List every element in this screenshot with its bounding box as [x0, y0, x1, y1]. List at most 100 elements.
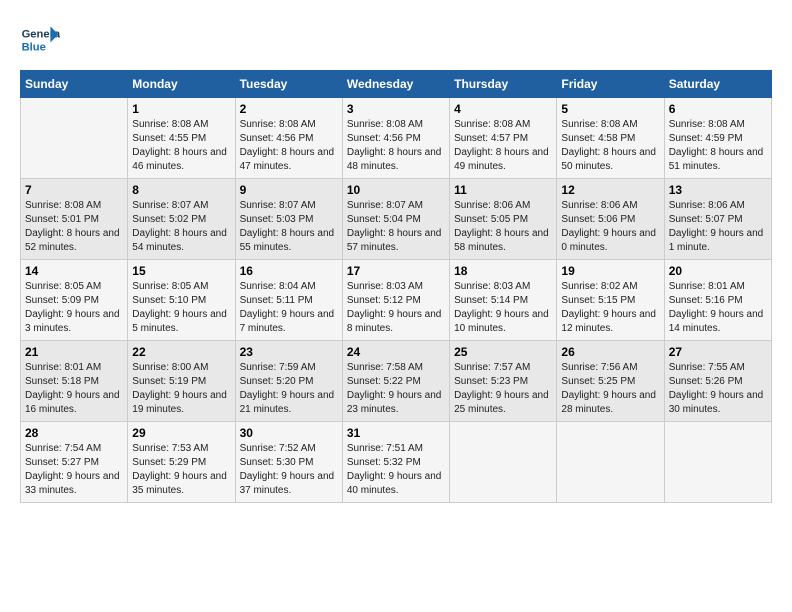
sunset: Sunset: 5:25 PM — [561, 376, 635, 387]
sunset: Sunset: 5:09 PM — [25, 295, 99, 306]
day-info: Sunrise: 8:08 AM Sunset: 4:55 PM Dayligh… — [132, 118, 230, 174]
day-number: 22 — [132, 345, 230, 359]
day-info: Sunrise: 7:51 AM Sunset: 5:32 PM Dayligh… — [347, 442, 445, 498]
calendar-cell: 20 Sunrise: 8:01 AM Sunset: 5:16 PM Dayl… — [664, 260, 771, 341]
day-info: Sunrise: 7:53 AM Sunset: 5:29 PM Dayligh… — [132, 442, 230, 498]
daylight: Daylight: 8 hours and 51 minutes. — [669, 147, 764, 172]
daylight: Daylight: 9 hours and 21 minutes. — [240, 390, 335, 415]
daylight: Daylight: 8 hours and 47 minutes. — [240, 147, 335, 172]
day-number: 20 — [669, 264, 767, 278]
day-info: Sunrise: 7:52 AM Sunset: 5:30 PM Dayligh… — [240, 442, 338, 498]
daylight: Daylight: 9 hours and 37 minutes. — [240, 471, 335, 496]
sunset: Sunset: 5:11 PM — [240, 295, 313, 306]
day-number: 10 — [347, 183, 445, 197]
calendar-cell — [21, 98, 128, 179]
day-number: 7 — [25, 183, 123, 197]
calendar-cell: 22 Sunrise: 8:00 AM Sunset: 5:19 PM Dayl… — [128, 341, 235, 422]
day-number: 1 — [132, 102, 230, 116]
week-row-3: 14 Sunrise: 8:05 AM Sunset: 5:09 PM Dayl… — [21, 260, 772, 341]
calendar-cell: 28 Sunrise: 7:54 AM Sunset: 5:27 PM Dayl… — [21, 422, 128, 503]
daylight: Daylight: 8 hours and 55 minutes. — [240, 228, 335, 253]
daylight: Daylight: 9 hours and 5 minutes. — [132, 309, 227, 334]
header-tuesday: Tuesday — [235, 71, 342, 98]
sunrise: Sunrise: 7:54 AM — [25, 443, 101, 454]
week-row-2: 7 Sunrise: 8:08 AM Sunset: 5:01 PM Dayli… — [21, 179, 772, 260]
sunset: Sunset: 5:10 PM — [132, 295, 206, 306]
calendar-cell: 14 Sunrise: 8:05 AM Sunset: 5:09 PM Dayl… — [21, 260, 128, 341]
day-info: Sunrise: 7:56 AM Sunset: 5:25 PM Dayligh… — [561, 361, 659, 417]
day-info: Sunrise: 8:08 AM Sunset: 5:01 PM Dayligh… — [25, 199, 123, 255]
sunrise: Sunrise: 8:08 AM — [347, 119, 423, 130]
calendar-cell: 24 Sunrise: 7:58 AM Sunset: 5:22 PM Dayl… — [342, 341, 449, 422]
logo: General Blue — [20, 20, 64, 60]
day-number: 19 — [561, 264, 659, 278]
sunrise: Sunrise: 8:07 AM — [132, 200, 208, 211]
week-row-5: 28 Sunrise: 7:54 AM Sunset: 5:27 PM Dayl… — [21, 422, 772, 503]
day-number: 25 — [454, 345, 552, 359]
day-number: 11 — [454, 183, 552, 197]
calendar-header: SundayMondayTuesdayWednesdayThursdayFrid… — [21, 71, 772, 98]
sunset: Sunset: 5:05 PM — [454, 214, 528, 225]
daylight: Daylight: 8 hours and 57 minutes. — [347, 228, 442, 253]
calendar-cell: 10 Sunrise: 8:07 AM Sunset: 5:04 PM Dayl… — [342, 179, 449, 260]
day-number: 17 — [347, 264, 445, 278]
calendar-cell: 7 Sunrise: 8:08 AM Sunset: 5:01 PM Dayli… — [21, 179, 128, 260]
sunset: Sunset: 5:23 PM — [454, 376, 528, 387]
daylight: Daylight: 9 hours and 35 minutes. — [132, 471, 227, 496]
calendar-cell: 25 Sunrise: 7:57 AM Sunset: 5:23 PM Dayl… — [450, 341, 557, 422]
header-saturday: Saturday — [664, 71, 771, 98]
daylight: Daylight: 9 hours and 16 minutes. — [25, 390, 120, 415]
week-row-1: 1 Sunrise: 8:08 AM Sunset: 4:55 PM Dayli… — [21, 98, 772, 179]
header-row: SundayMondayTuesdayWednesdayThursdayFrid… — [21, 71, 772, 98]
calendar-cell: 21 Sunrise: 8:01 AM Sunset: 5:18 PM Dayl… — [21, 341, 128, 422]
sunrise: Sunrise: 8:06 AM — [561, 200, 637, 211]
day-info: Sunrise: 8:03 AM Sunset: 5:12 PM Dayligh… — [347, 280, 445, 336]
daylight: Daylight: 8 hours and 52 minutes. — [25, 228, 120, 253]
daylight: Daylight: 8 hours and 49 minutes. — [454, 147, 549, 172]
header-thursday: Thursday — [450, 71, 557, 98]
sunrise: Sunrise: 8:03 AM — [454, 281, 530, 292]
calendar-cell: 12 Sunrise: 8:06 AM Sunset: 5:06 PM Dayl… — [557, 179, 664, 260]
header-monday: Monday — [128, 71, 235, 98]
calendar-cell: 6 Sunrise: 8:08 AM Sunset: 4:59 PM Dayli… — [664, 98, 771, 179]
daylight: Daylight: 9 hours and 23 minutes. — [347, 390, 442, 415]
daylight: Daylight: 8 hours and 54 minutes. — [132, 228, 227, 253]
sunset: Sunset: 5:16 PM — [669, 295, 743, 306]
sunset: Sunset: 5:07 PM — [669, 214, 743, 225]
calendar-cell: 27 Sunrise: 7:55 AM Sunset: 5:26 PM Dayl… — [664, 341, 771, 422]
daylight: Daylight: 9 hours and 40 minutes. — [347, 471, 442, 496]
day-info: Sunrise: 8:08 AM Sunset: 4:56 PM Dayligh… — [347, 118, 445, 174]
calendar-cell: 26 Sunrise: 7:56 AM Sunset: 5:25 PM Dayl… — [557, 341, 664, 422]
day-number: 30 — [240, 426, 338, 440]
sunrise: Sunrise: 7:57 AM — [454, 362, 530, 373]
sunset: Sunset: 5:30 PM — [240, 457, 314, 468]
sunrise: Sunrise: 7:51 AM — [347, 443, 423, 454]
day-info: Sunrise: 8:08 AM Sunset: 4:56 PM Dayligh… — [240, 118, 338, 174]
header: General Blue — [20, 20, 772, 60]
calendar-cell: 3 Sunrise: 8:08 AM Sunset: 4:56 PM Dayli… — [342, 98, 449, 179]
daylight: Daylight: 9 hours and 12 minutes. — [561, 309, 656, 334]
day-number: 3 — [347, 102, 445, 116]
sunset: Sunset: 5:18 PM — [25, 376, 99, 387]
sunset: Sunset: 5:03 PM — [240, 214, 314, 225]
sunrise: Sunrise: 7:55 AM — [669, 362, 745, 373]
day-number: 8 — [132, 183, 230, 197]
day-info: Sunrise: 8:01 AM Sunset: 5:16 PM Dayligh… — [669, 280, 767, 336]
day-number: 16 — [240, 264, 338, 278]
day-info: Sunrise: 8:08 AM Sunset: 4:58 PM Dayligh… — [561, 118, 659, 174]
day-number: 12 — [561, 183, 659, 197]
calendar-cell: 5 Sunrise: 8:08 AM Sunset: 4:58 PM Dayli… — [557, 98, 664, 179]
sunset: Sunset: 4:58 PM — [561, 133, 635, 144]
day-info: Sunrise: 8:06 AM Sunset: 5:06 PM Dayligh… — [561, 199, 659, 255]
calendar-cell: 1 Sunrise: 8:08 AM Sunset: 4:55 PM Dayli… — [128, 98, 235, 179]
sunset: Sunset: 5:29 PM — [132, 457, 206, 468]
calendar-cell: 16 Sunrise: 8:04 AM Sunset: 5:11 PM Dayl… — [235, 260, 342, 341]
week-row-4: 21 Sunrise: 8:01 AM Sunset: 5:18 PM Dayl… — [21, 341, 772, 422]
sunset: Sunset: 5:26 PM — [669, 376, 743, 387]
day-number: 24 — [347, 345, 445, 359]
day-info: Sunrise: 8:02 AM Sunset: 5:15 PM Dayligh… — [561, 280, 659, 336]
sunset: Sunset: 4:57 PM — [454, 133, 528, 144]
day-info: Sunrise: 8:06 AM Sunset: 5:05 PM Dayligh… — [454, 199, 552, 255]
calendar-cell: 30 Sunrise: 7:52 AM Sunset: 5:30 PM Dayl… — [235, 422, 342, 503]
calendar-table: SundayMondayTuesdayWednesdayThursdayFrid… — [20, 70, 772, 503]
